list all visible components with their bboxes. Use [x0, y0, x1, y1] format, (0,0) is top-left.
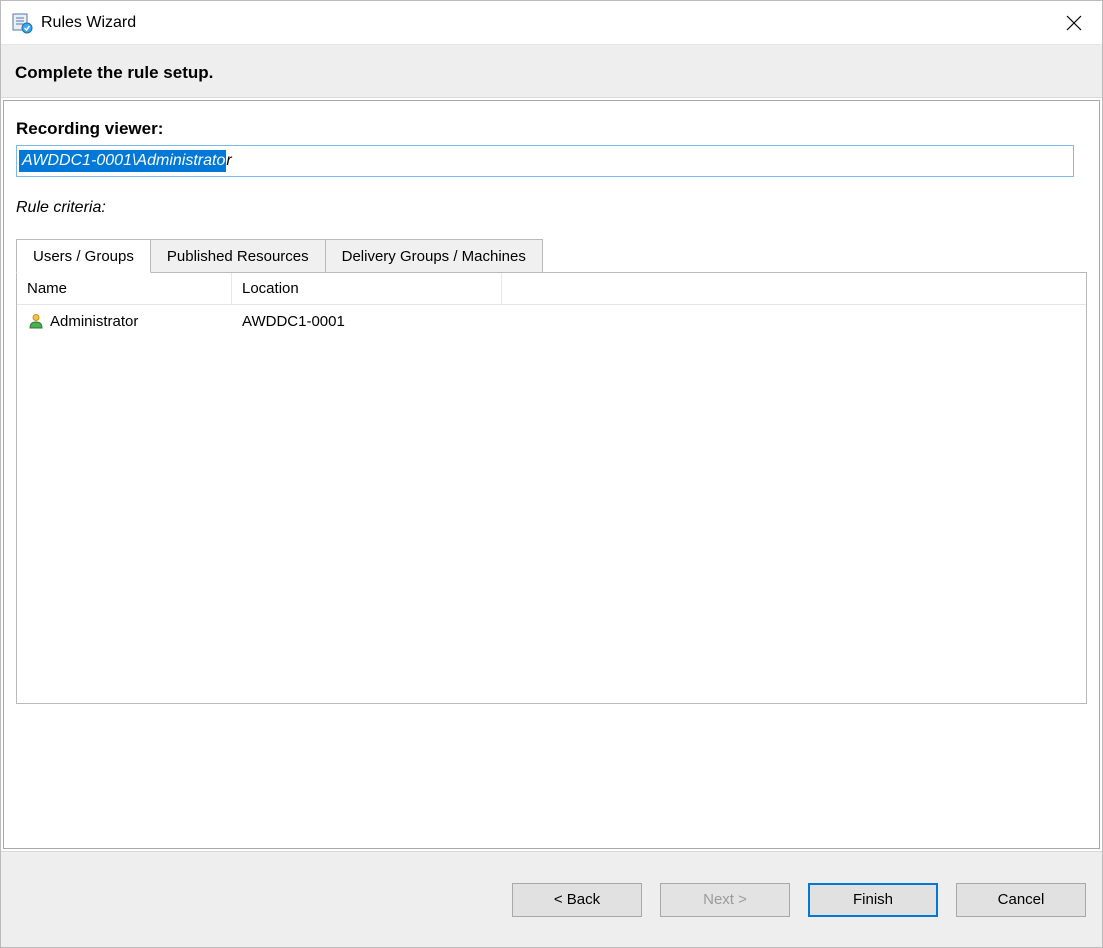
wizard-icon	[11, 12, 33, 34]
recording-viewer-tail: r	[226, 152, 231, 170]
close-icon	[1066, 15, 1082, 31]
wizard-step-header: Complete the rule setup.	[1, 45, 1102, 98]
cell-name: Administrator	[17, 309, 232, 333]
tab-published-resources[interactable]: Published Resources	[150, 239, 326, 272]
cell-location-text: AWDDC1-0001	[242, 313, 345, 330]
next-button: Next >	[660, 883, 790, 917]
criteria-tabs: Users / Groups Published Resources Deliv…	[16, 239, 1087, 272]
rule-criteria-label: Rule criteria:	[16, 199, 1087, 217]
window-title: Rules Wizard	[41, 14, 1052, 32]
close-button[interactable]	[1052, 3, 1096, 43]
back-button[interactable]: < Back	[512, 883, 642, 917]
finish-button[interactable]: Finish	[808, 883, 938, 917]
main-area: Recording viewer: AWDDC1-0001\Administra…	[1, 98, 1102, 851]
recording-viewer-label: Recording viewer:	[16, 119, 1087, 139]
cancel-button[interactable]: Cancel	[956, 883, 1086, 917]
recording-viewer-selection: AWDDC1-0001\Administrato	[19, 150, 226, 172]
column-header-location[interactable]: Location	[232, 273, 502, 304]
cell-name-text: Administrator	[50, 313, 138, 330]
criteria-tabpanel: Name Location Administrator	[16, 272, 1087, 704]
table-row[interactable]: Administrator AWDDC1-0001	[17, 305, 1086, 337]
tab-delivery-groups-machines[interactable]: Delivery Groups / Machines	[325, 239, 543, 272]
criteria-table-header: Name Location	[17, 273, 1086, 305]
recording-viewer-input[interactable]: AWDDC1-0001\Administrator	[16, 145, 1074, 177]
content-frame: Recording viewer: AWDDC1-0001\Administra…	[3, 100, 1100, 849]
titlebar: Rules Wizard	[1, 1, 1102, 45]
tab-users-groups[interactable]: Users / Groups	[16, 239, 151, 273]
rules-wizard-window: Rules Wizard Complete the rule setup. Re…	[0, 0, 1103, 948]
cell-location: AWDDC1-0001	[232, 310, 502, 333]
column-header-name[interactable]: Name	[17, 273, 232, 304]
wizard-footer: < Back Next > Finish Cancel	[1, 851, 1102, 947]
user-icon	[27, 312, 45, 330]
